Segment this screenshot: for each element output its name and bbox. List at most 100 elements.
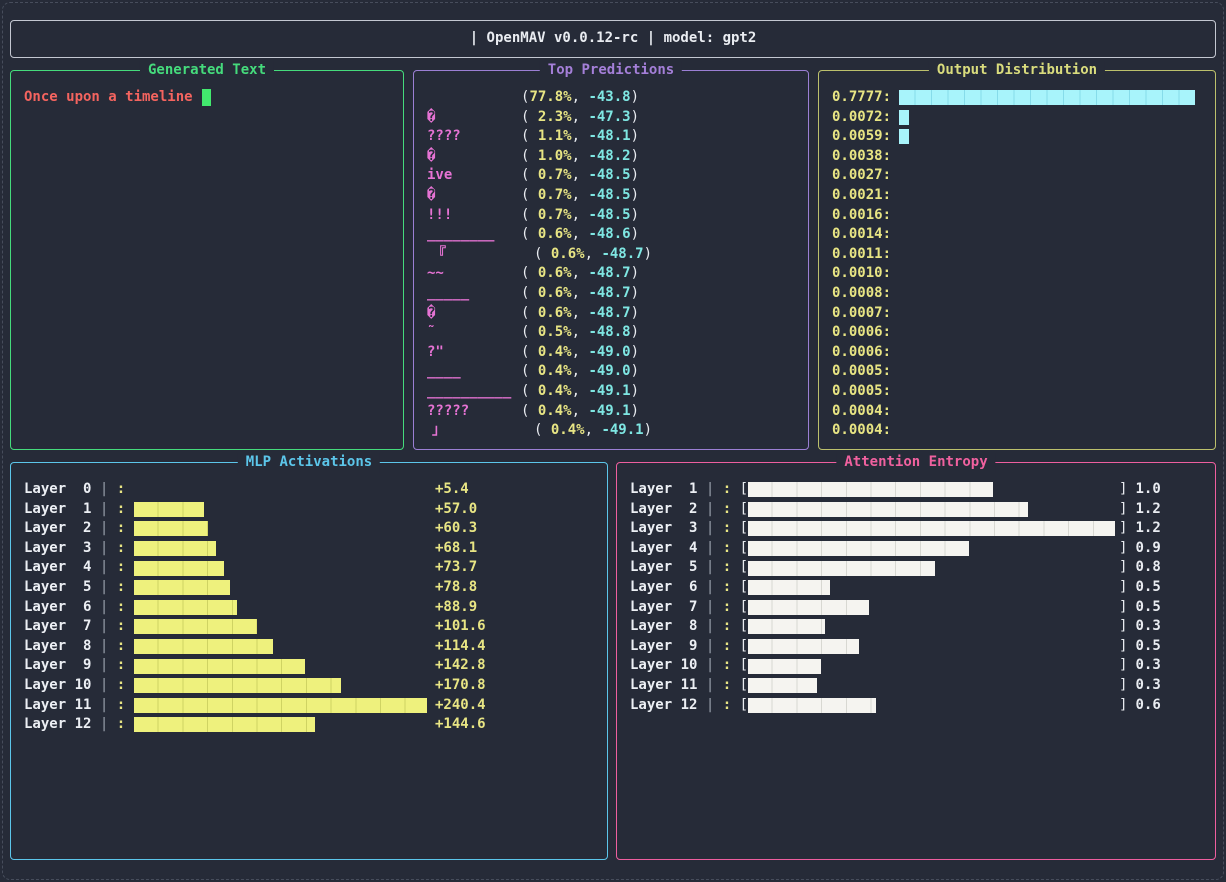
activation-bar [134,659,305,674]
colon-separator: : [723,578,740,598]
panel-generated-text: Generated Text Once upon a timeline [10,70,404,450]
pipe-separator: | [91,715,116,735]
prediction-token: � [427,108,521,128]
colon-separator: : [117,558,134,578]
activation-bar [134,717,315,732]
close-bracket: ] [1119,519,1127,539]
open-paren: ( [521,343,529,363]
close-paren: ) [631,343,639,363]
close-paren: ) [631,166,639,186]
close-paren: ) [631,88,639,108]
prediction-row: ˜( 0.5%, -48.8) [427,323,795,343]
open-paren: ( [521,362,529,382]
app-title: | OpenMAV v0.0.12-rc | model: gpt2 [470,29,757,49]
entropy-value: 0.3 [1135,617,1160,637]
colon-separator: : [723,676,740,696]
prediction-token: � [427,186,521,206]
prediction-logprob: -48.7 [601,245,643,265]
pipe-separator: | [91,617,116,637]
open-paren: ( [534,245,542,265]
open-bracket: [ [740,539,748,559]
distribution-row: 0.0010: [832,264,1202,284]
layer-label: Layer 8 [24,637,91,657]
pipe-separator: | [697,598,722,618]
open-paren: ( [521,402,529,422]
distribution-row: 0.0008: [832,284,1202,304]
probability-value: 0.0072: [832,108,899,128]
prediction-row: __________( 0.4%, -49.1) [427,382,795,402]
prediction-row: 」( 0.4%, -49.1) [427,421,795,441]
prediction-row: ________( 0.6%, -48.6) [427,225,795,245]
close-paren: ) [631,284,639,304]
mlp-layer-row: Layer 0 | : +5.4 [24,480,594,500]
close-bracket: ] [1119,696,1127,716]
entropy-value: 1.0 [1135,480,1160,500]
activation-value: +60.3 [435,519,477,539]
distribution-row: 0.0007: [832,304,1202,324]
open-paren: ( [521,166,529,186]
pipe-separator: | [91,598,116,618]
open-bracket: [ [740,676,748,696]
entropy-bar [748,600,869,615]
activation-bar [134,502,204,517]
prediction-token: � [427,147,521,167]
colon-separator: : [723,696,740,716]
prediction-row: ive( 0.7%, -48.5) [427,166,795,186]
close-bracket: ] [1119,500,1127,520]
distribution-row: 0.0072: [832,108,1202,128]
layer-label: Layer 5 [24,578,91,598]
probability-value: 0.0005: [832,362,899,382]
prediction-logprob: -47.3 [588,108,630,128]
colon-separator: : [117,539,134,559]
prediction-token: � [427,304,521,324]
entropy-value: 0.3 [1135,656,1160,676]
entropy-track [748,541,1119,556]
mlp-layer-row: Layer 6 | : +88.9 [24,598,594,618]
colon-separator: : [117,637,134,657]
prediction-token: 『 [427,245,534,265]
colon-separator: : [117,696,134,716]
probability-value: 0.0004: [832,402,899,422]
colon-separator: : [723,637,740,657]
prediction-logprob: -49.0 [588,343,630,363]
attention-entropy-list: Layer 1 | : []1.0Layer 2 | : []1.2Layer … [617,463,1215,732]
layer-label: Layer 7 [630,598,697,618]
layer-label: Layer 4 [630,539,697,559]
prediction-row: ____( 0.4%, -49.0) [427,362,795,382]
mlp-layer-row: Layer 9 | : +142.8 [24,656,594,676]
colon-separator: : [117,578,134,598]
layer-label: Layer 7 [24,617,91,637]
entropy-track [748,482,1119,497]
probability-value: 0.0059: [832,127,899,147]
open-bracket: [ [740,598,748,618]
open-paren: ( [521,127,529,147]
prediction-token: ???? [427,127,521,147]
activation-value: +73.7 [435,558,477,578]
probability-value: 0.0021: [832,186,899,206]
prediction-token: ˜ [427,323,521,343]
generated-text: Once upon a timeline [24,89,193,105]
terminal-screen: | OpenMAV v0.0.12-rc | model: gpt2 Gener… [0,0,1226,882]
activation-value: +101.6 [435,617,486,637]
entropy-track [748,619,1119,634]
distribution-row: 0.0004: [832,421,1202,441]
open-bracket: [ [740,480,748,500]
panel-top-predictions: Top Predictions (77.8%, -43.8)�( 2.3%, -… [413,70,809,450]
open-paren: ( [521,225,529,245]
close-bracket: ] [1119,676,1127,696]
pipe-separator: | [697,637,722,657]
prediction-logprob: -49.1 [588,402,630,422]
prediction-percent: 1.0% [529,147,571,167]
prediction-row: �( 0.6%, -48.7) [427,304,795,324]
distribution-row: 0.0005: [832,382,1202,402]
activation-bar [134,600,237,615]
probability-bar [899,110,909,125]
output-distribution-list: 0.7777:0.0072:0.0059:0.0038:0.0027:0.002… [819,71,1215,458]
open-paren: ( [521,206,529,226]
comma-separator: , [572,362,589,382]
pipe-separator: | [697,696,722,716]
comma-separator: , [572,127,589,147]
entropy-bar [748,619,825,634]
probability-value: 0.0007: [832,304,899,324]
close-paren: ) [644,421,652,441]
